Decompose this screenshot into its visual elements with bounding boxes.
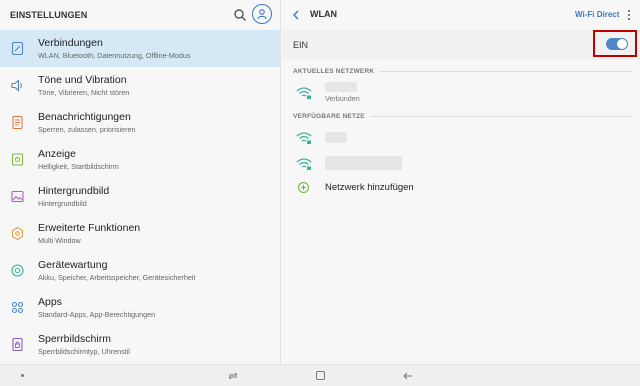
wlan-pane: WLAN Wi-Fi Direct EIN AKTUELLES NETZWERK… (282, 0, 640, 364)
navigation-bar (0, 364, 640, 386)
available-networks-header-label: VERFÜGBARE NETZE (293, 113, 365, 120)
available-networks-header: VERFÜGBARE NETZE (293, 113, 633, 120)
settings-item-sub: Hintergrundbild (38, 199, 87, 208)
back-arrow-icon[interactable] (290, 9, 302, 21)
settings-item-label: Anzeige (38, 148, 76, 160)
settings-item-label: Apps (38, 296, 62, 308)
toggle-knob (617, 39, 627, 49)
wifi-lock-icon (296, 87, 312, 99)
network-name-redacted (325, 156, 402, 170)
wallpaper-icon (11, 190, 24, 203)
wifi-direct-button[interactable]: Wi-Fi Direct (575, 10, 619, 19)
wifi-lock-icon (296, 132, 312, 144)
device-maintenance-icon (11, 264, 24, 277)
settings-title: EINSTELLUNGEN (10, 10, 88, 20)
add-icon[interactable] (298, 182, 309, 193)
sound-icon (11, 79, 22, 92)
settings-item-sound[interactable]: Töne und Vibration Töne, Vibrieren, Nich… (0, 67, 280, 104)
wlan-toggle-switch[interactable] (606, 38, 628, 50)
settings-item-label: Verbindungen (38, 37, 103, 49)
settings-item-sub: Töne, Vibrieren, Nicht stören (38, 88, 130, 97)
settings-item-sub: WLAN, Bluetooth, Datennutzung, Offline-M… (38, 51, 191, 60)
search-icon[interactable] (233, 8, 247, 22)
available-network-item[interactable] (282, 125, 640, 153)
settings-header: EINSTELLUNGEN (0, 0, 280, 30)
settings-item-sub: Akku, Speicher, Arbeitsspeicher, Gerätes… (38, 273, 196, 282)
settings-item-connections[interactable]: Verbindungen WLAN, Bluetooth, Datennutzu… (0, 30, 280, 67)
settings-item-apps[interactable]: Apps Standard-Apps, App-Berechtigungen (0, 289, 280, 326)
settings-item-advanced-features[interactable]: Erweiterte Funktionen Multi Window (0, 215, 280, 252)
settings-item-sub: Standard-Apps, App-Berechtigungen (38, 310, 156, 319)
settings-item-label: Erweiterte Funktionen (38, 222, 141, 234)
wlan-toggle-row[interactable]: EIN (282, 30, 640, 60)
display-icon (11, 153, 24, 166)
wifi-lock-icon (296, 158, 312, 170)
recent-apps-icon[interactable] (228, 371, 238, 381)
settings-item-sub: Sperren, zulassen, priorisieren (38, 125, 136, 134)
home-icon[interactable] (316, 371, 325, 380)
network-name-redacted (325, 132, 347, 143)
settings-list: Verbindungen WLAN, Bluetooth, Datennutzu… (0, 30, 280, 363)
nav-dot-icon[interactable] (21, 374, 24, 377)
account-icon[interactable] (252, 4, 272, 24)
wlan-header: WLAN Wi-Fi Direct (282, 0, 640, 30)
network-name-redacted (325, 82, 357, 92)
settings-item-sub: Multi Window (38, 236, 81, 245)
current-network-item[interactable]: Verbunden (282, 80, 640, 108)
wlan-toggle-label: EIN (293, 40, 309, 50)
settings-item-notifications[interactable]: Benachrichtigungen Sperren, zulassen, pr… (0, 104, 280, 141)
current-network-header: AKTUELLES NETZWERK (293, 68, 633, 75)
connections-icon (11, 41, 24, 56)
lock-screen-icon (12, 337, 23, 352)
network-status: Verbunden (325, 94, 360, 103)
add-network-button[interactable]: Netzwerk hinzufügen (325, 182, 414, 193)
settings-item-label: Sperrbildschirm (38, 333, 111, 345)
settings-item-label: Gerätewartung (38, 259, 108, 271)
settings-item-lock-screen[interactable]: Sperrbildschirm Sperrbildschirmtyp, Uhre… (0, 326, 280, 363)
settings-item-wallpaper[interactable]: Hintergrundbild Hintergrundbild (0, 178, 280, 215)
available-network-item[interactable] (282, 151, 640, 179)
settings-pane: EINSTELLUNGEN Verbindungen WLAN, Bluetoo… (0, 0, 281, 364)
settings-item-device-maintenance[interactable]: Gerätewartung Akku, Speicher, Arbeitsspe… (0, 252, 280, 289)
settings-item-label: Hintergrundbild (38, 185, 110, 197)
settings-item-sub: Sperrbildschirmtyp, Uhrenstil (38, 347, 130, 356)
settings-item-display[interactable]: Anzeige Helligkeit, Startbildschirm (0, 141, 280, 178)
settings-item-label: Benachrichtigungen (38, 111, 131, 123)
settings-item-sub: Helligkeit, Startbildschirm (38, 162, 119, 171)
advanced-features-icon (11, 226, 24, 241)
apps-icon (11, 301, 24, 314)
settings-item-label: Töne und Vibration (38, 74, 127, 86)
current-network-header-label: AKTUELLES NETZWERK (293, 68, 375, 75)
back-icon[interactable] (403, 371, 413, 381)
notifications-icon (12, 115, 23, 130)
more-options-icon[interactable] (627, 9, 631, 21)
page-title: WLAN (310, 9, 337, 19)
